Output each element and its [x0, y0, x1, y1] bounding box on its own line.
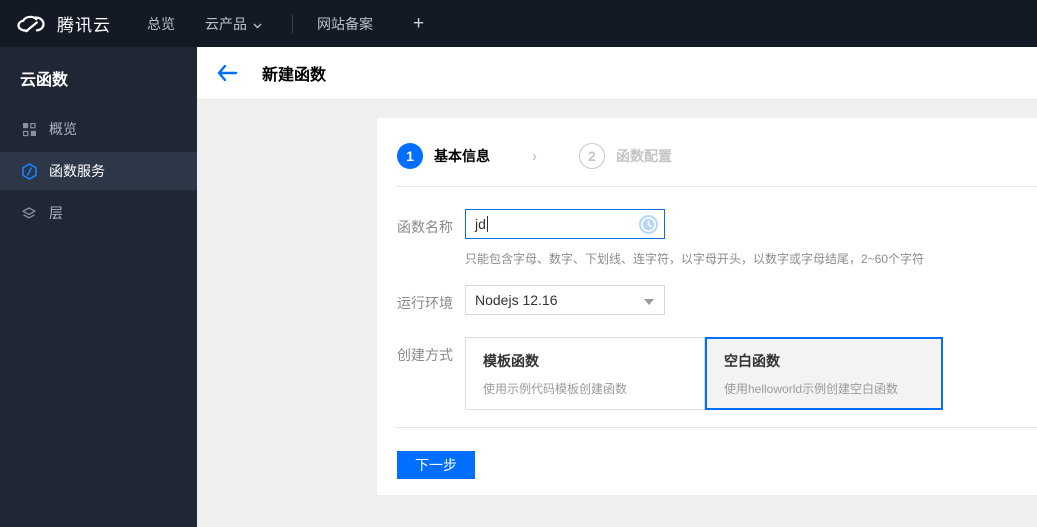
scf-hexagon-icon	[20, 162, 38, 180]
method-card-desc: 使用helloworld示例创建空白函数	[724, 382, 899, 396]
validating-clock-icon	[638, 214, 659, 240]
sidebar-product-title: 云函数	[20, 72, 69, 89]
runtime-select[interactable]: Nodejs 12.16	[465, 285, 665, 315]
next-step-button[interactable]: 下一步	[397, 451, 475, 479]
footer-divider	[397, 427, 1037, 428]
method-card-desc: 使用示例代码模板创建函数	[483, 382, 628, 396]
steps-divider	[397, 186, 1037, 187]
sidebar-item-label: 概览	[49, 121, 77, 137]
runtime-label: 运行环境	[397, 295, 453, 311]
brand-text: 腾讯云	[57, 16, 111, 35]
step-2-circle: 2	[579, 143, 605, 169]
cloud-logo-icon	[14, 12, 48, 36]
method-card-title: 空白函数	[724, 353, 780, 369]
step-1-label: 基本信息	[434, 148, 490, 164]
step-1-circle: 1	[397, 143, 423, 169]
method-card-title: 模板函数	[483, 353, 539, 369]
method-card-blank-function[interactable]: 空白函数 使用helloworld示例创建空白函数	[705, 337, 943, 410]
sidebar-item-layers[interactable]: 层	[0, 194, 197, 232]
function-name-label: 函数名称	[397, 219, 453, 235]
nav-item-icp-filing[interactable]: 网站备案	[317, 14, 373, 34]
page-title: 新建函数	[262, 67, 327, 84]
page-header: 新建函数	[197, 47, 1037, 100]
step-2-label: 函数配置	[616, 148, 672, 164]
step-chevron-icon: ›	[532, 147, 537, 165]
select-caret-icon	[644, 299, 654, 305]
tencent-cloud-logo[interactable]: 腾讯云	[14, 11, 111, 36]
back-arrow-icon	[217, 65, 237, 81]
sidebar-item-function-service[interactable]: 函数服务	[0, 152, 197, 190]
create-function-card: 1 基本信息 › 2 函数配置 函数名称 jd 只能包含字母、数字、下划线、连字…	[377, 118, 1037, 495]
creation-method-label: 创建方式	[397, 347, 453, 363]
top-navigation-bar: 腾讯云 总览 云产品 网站备案 +	[0, 0, 1037, 47]
sidebar-item-label: 函数服务	[49, 163, 105, 179]
function-name-input[interactable]: jd	[465, 209, 665, 239]
top-nav-menu: 总览 云产品 网站备案 +	[147, 13, 424, 35]
runtime-selected-value: Nodejs 12.16	[475, 292, 558, 308]
layers-icon	[20, 204, 38, 222]
method-card-template-function[interactable]: 模板函数 使用示例代码模板创建函数	[465, 337, 705, 410]
chevron-down-icon	[253, 16, 262, 32]
grid-icon	[20, 120, 38, 138]
sidebar: 云函数 概览 函数服务 层	[0, 47, 197, 527]
nav-item-cloud-products[interactable]: 云产品	[205, 14, 262, 34]
sidebar-item-label: 层	[49, 205, 63, 221]
step-indicator: 1 基本信息 › 2 函数配置	[377, 143, 1037, 169]
function-name-help: 只能包含字母、数字、下划线、连字符，以字母开头，以数字或字母结尾，2~60个字符	[465, 252, 925, 266]
nav-item-overview[interactable]: 总览	[147, 14, 175, 34]
function-name-value: jd	[475, 216, 486, 232]
main-area: 新建函数 1 基本信息 › 2 函数配置 函数名称 jd 只能包含字母、数字、下…	[197, 47, 1037, 527]
creation-method-options: 模板函数 使用示例代码模板创建函数 空白函数 使用helloworld示例创建空…	[465, 337, 943, 410]
basic-info-form: 函数名称 jd 只能包含字母、数字、下划线、连字符，以字母开头，以数字或字母结尾…	[377, 209, 1037, 410]
sidebar-item-overview[interactable]: 概览	[0, 110, 197, 148]
nav-divider	[292, 14, 293, 33]
add-tab-button[interactable]: +	[413, 13, 424, 35]
text-cursor	[486, 216, 488, 232]
back-button[interactable]	[217, 65, 237, 81]
